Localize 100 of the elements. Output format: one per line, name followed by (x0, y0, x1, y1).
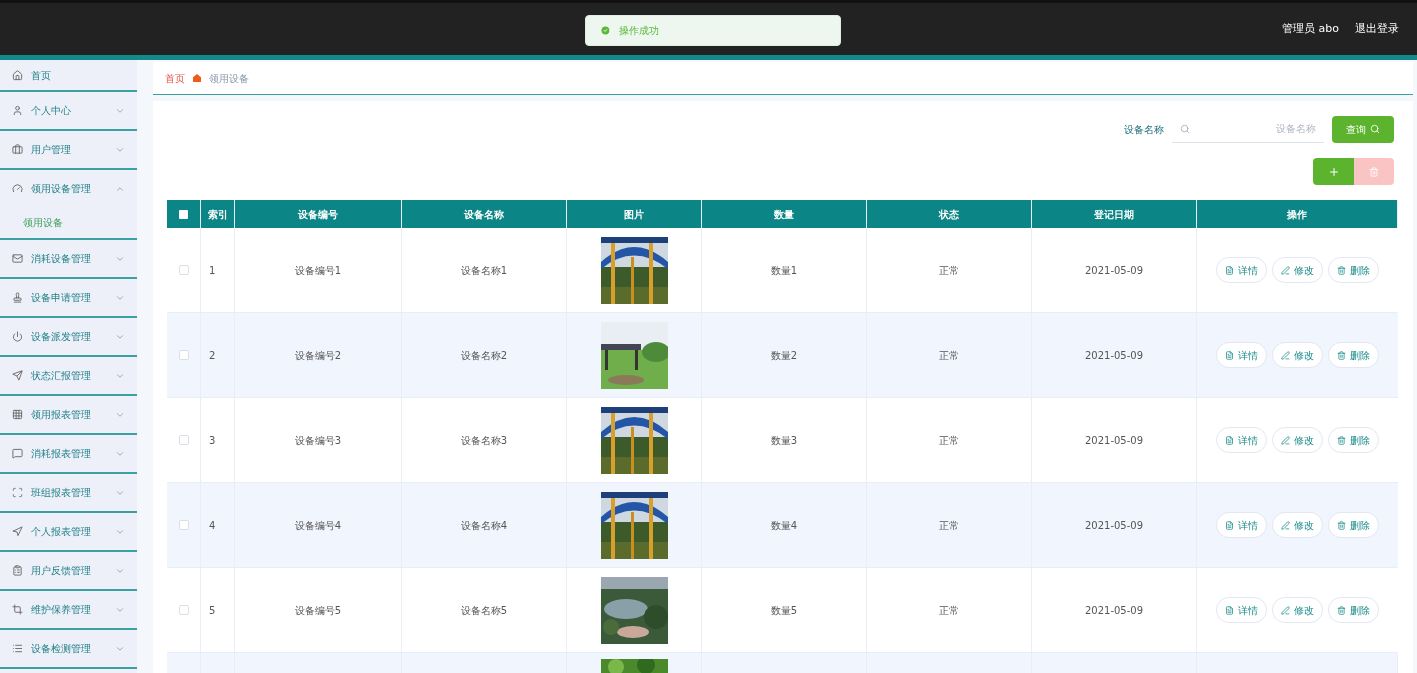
table-cell-text: 设备名称1 (460, 263, 508, 278)
crop-icon (12, 604, 23, 615)
user-icon (12, 105, 23, 116)
breadcrumb-item[interactable]: 首页 (165, 70, 185, 86)
row-action-button[interactable]: 详情 (1216, 257, 1267, 283)
sidebar-item[interactable]: 消耗报表管理 (0, 435, 137, 472)
home-icon (12, 69, 23, 81)
sidebar-item[interactable]: 用户反馈管理 (0, 552, 137, 589)
sidebar-item[interactable]: 个人中心 (0, 92, 137, 129)
envelope-icon (12, 253, 23, 264)
briefcase-icon (12, 144, 23, 155)
document-icon (1225, 350, 1234, 360)
document-icon (1225, 520, 1234, 530)
sidebar-subitem[interactable]: 领用设备 (0, 207, 137, 238)
row-action-button[interactable]: 删除 (1328, 427, 1379, 453)
index-cell-text: 2 (209, 348, 216, 363)
row-action-button[interactable]: 删除 (1328, 597, 1379, 623)
index-cell-text: 3 (209, 433, 216, 448)
sidebar-item[interactable]: 领用设备管理 (0, 170, 137, 207)
table-cell-text: 设备编号2 (294, 348, 342, 363)
search-field[interactable]: 设备名称 (1198, 121, 1316, 136)
row-action-button[interactable]: 详情 (1216, 597, 1267, 623)
table-cell-text: 2021-05-09 (1084, 263, 1144, 278)
trash-icon (1337, 520, 1346, 530)
sidebar-item[interactable]: 设备派发管理 (0, 318, 137, 355)
search-label: 设备名称 (1124, 122, 1164, 137)
table-cell-text: 正常 (939, 603, 959, 618)
pen-icon (1281, 265, 1290, 275)
sidebar-item[interactable]: 设备检测管理 (0, 630, 137, 667)
send-icon (12, 370, 23, 381)
query-button[interactable]: 查询 (1332, 115, 1394, 143)
sidebar-item[interactable]: 领用报表管理 (0, 396, 137, 433)
row-action-button[interactable]: 修改 (1272, 427, 1323, 453)
breadcrumb-item: 领用设备 (209, 71, 249, 86)
sidebar-item[interactable]: 个人报表管理 (0, 513, 137, 550)
row-action-button[interactable]: 详情 (1216, 342, 1267, 368)
sidebar-item[interactable]: 维护保养管理 (0, 591, 137, 628)
select-all-checkbox[interactable] (179, 209, 188, 219)
table-cell-text: 数量1 (770, 263, 798, 278)
row-action-button[interactable]: 删除 (1328, 512, 1379, 538)
row-action-button[interactable]: 删除 (1328, 257, 1379, 283)
index-cell-text: 4 (209, 518, 216, 533)
row-action-button[interactable]: 修改 (1272, 512, 1323, 538)
row-action-button[interactable]: 修改 (1272, 342, 1323, 368)
gauge-icon (12, 183, 23, 194)
sidebar-item[interactable]: 设备申请管理 (0, 279, 137, 316)
table-cell-text: 数量5 (770, 603, 798, 618)
table-cell-text: 设备编号5 (294, 603, 342, 618)
table-cell-text: 2021-05-09 (1084, 518, 1144, 533)
table-cell-text: 设备编号3 (294, 433, 342, 448)
table-cell-text: 设备名称5 (460, 603, 508, 618)
trash-icon (1369, 166, 1379, 177)
sidebar-item[interactable]: 消耗设备管理 (0, 240, 137, 277)
logout-link[interactable]: 退出登录 (1355, 20, 1399, 38)
table-cell-text: 设备名称4 (460, 518, 508, 533)
row-checkbox[interactable] (178, 520, 189, 530)
table-cell-text: 数量3 (770, 433, 798, 448)
sidebar-item[interactable]: 首页 (0, 60, 137, 90)
row-action-button[interactable]: 删除 (1328, 342, 1379, 368)
table-cell-text: 正常 (939, 433, 959, 448)
sidebar-item[interactable]: 用户管理 (0, 131, 137, 168)
paper-plane-icon (12, 526, 23, 537)
row-action-button[interactable]: 修改 (1272, 257, 1323, 283)
row-action-button[interactable]: 详情 (1216, 427, 1267, 453)
pen-icon (1281, 605, 1290, 615)
table-cell-text: 2021-05-09 (1084, 433, 1144, 448)
add-button[interactable] (1313, 158, 1354, 185)
sidebar-item[interactable]: 状态汇报管理 (0, 357, 137, 394)
success-icon (600, 25, 611, 36)
table-cell-text: 设备名称3 (460, 433, 508, 448)
pen-icon (1281, 350, 1290, 360)
table-cell-text: 2021-05-09 (1084, 348, 1144, 363)
document-icon (1225, 605, 1234, 615)
row-checkbox[interactable] (178, 265, 189, 275)
search-icon (1370, 124, 1380, 134)
row-action-button[interactable]: 详情 (1216, 512, 1267, 538)
table-cell-text: 设备名称2 (460, 348, 508, 363)
row-checkbox[interactable] (178, 350, 189, 360)
table-cell-text: 正常 (939, 518, 959, 533)
index-cell-text: 1 (209, 263, 216, 278)
table-cell-text: 数量4 (770, 518, 798, 533)
pen-icon (1281, 435, 1290, 445)
table-cell-text: 数量2 (770, 348, 798, 363)
power-icon (12, 331, 23, 342)
row-checkbox[interactable] (178, 435, 189, 445)
separator-icon (193, 74, 201, 82)
stamp-icon (12, 292, 23, 303)
trash-icon (1337, 350, 1346, 360)
list-icon (12, 643, 23, 654)
table-cell-text: 设备编号1 (294, 263, 342, 278)
sidebar-item[interactable]: 班组报表管理 (0, 474, 137, 511)
scan-icon (12, 487, 23, 498)
row-checkbox[interactable] (178, 605, 189, 615)
table-cell-text: 正常 (939, 348, 959, 363)
row-action-button[interactable]: 修改 (1272, 597, 1323, 623)
table-cell-text: 正常 (939, 263, 959, 278)
trash-icon (1337, 605, 1346, 615)
admin-name: 管理员 abo (1282, 20, 1339, 37)
document-icon (1225, 265, 1234, 275)
index-cell-text: 5 (209, 603, 216, 618)
